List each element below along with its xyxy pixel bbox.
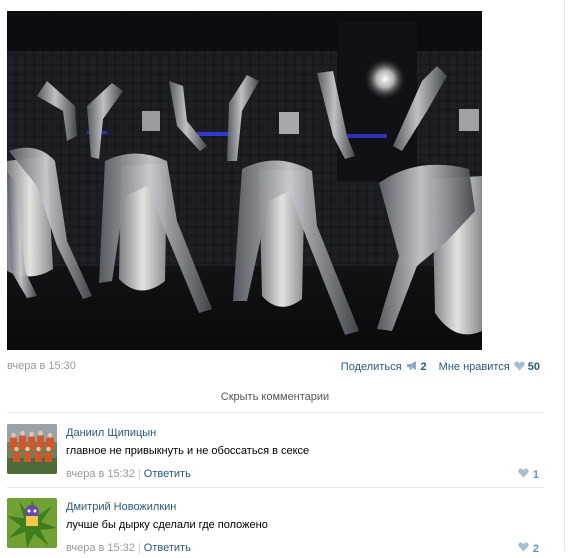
reply-link[interactable]: Ответить xyxy=(144,468,191,480)
post-photo-image xyxy=(7,11,482,350)
comment-author[interactable]: Дмитрий Новожилкин xyxy=(66,501,176,513)
post-date[interactable]: вчера в 15:30 xyxy=(7,360,76,372)
avatar[interactable] xyxy=(7,424,57,474)
comment-text: лучше бы дырку сделали где положено xyxy=(66,519,268,531)
comment-like-count: 2 xyxy=(532,542,539,555)
heart-icon xyxy=(518,542,529,555)
comment-date[interactable]: вчера в 15:32 xyxy=(66,542,135,554)
comment-item: Дмитрий Новожилкин лучше бы дырку сделал… xyxy=(7,498,543,558)
comment-date[interactable]: вчера в 15:32 xyxy=(66,468,135,480)
comment-like-count: 1 xyxy=(532,468,539,481)
post-meta-row: вчера в 15:30 Поделиться 2 Мне нравится … xyxy=(7,359,540,375)
comment-item: Даниил Щипицын главное не привыкнуть и н… xyxy=(7,424,543,484)
avatar-image xyxy=(7,498,57,548)
like-label: Мне нравится xyxy=(438,361,510,373)
post-actions: Поделиться 2 Мне нравится 50 xyxy=(341,360,540,374)
post-photo[interactable] xyxy=(7,11,482,350)
separator xyxy=(7,487,544,488)
avatar[interactable] xyxy=(7,498,57,548)
hide-comments-link[interactable]: Скрыть комментарии xyxy=(7,391,543,403)
comment-like-button[interactable]: 2 xyxy=(518,542,539,555)
like-count: 50 xyxy=(527,361,540,373)
footer-divider: | xyxy=(137,542,141,554)
avatar-image xyxy=(7,424,57,474)
comment-footer: вчера в 15:32 | Ответить xyxy=(66,542,191,554)
reply-link[interactable]: Ответить xyxy=(144,542,191,554)
heart-icon xyxy=(514,361,525,374)
comment-footer: вчера в 15:32 | Ответить xyxy=(66,468,191,480)
comment-text: главное не привыкнуть и не обоссаться в … xyxy=(66,445,310,457)
megaphone-icon xyxy=(406,360,418,374)
like-button[interactable]: Мне нравится 50 xyxy=(439,361,540,374)
separator xyxy=(7,412,544,413)
share-button[interactable]: Поделиться 2 xyxy=(341,360,427,374)
share-count: 2 xyxy=(420,361,427,373)
page-right-border xyxy=(564,0,565,551)
comment-author[interactable]: Даниил Щипицын xyxy=(66,427,156,439)
share-label: Поделиться xyxy=(340,361,402,373)
heart-icon xyxy=(518,468,529,481)
comment-like-button[interactable]: 1 xyxy=(518,468,539,481)
footer-divider: | xyxy=(137,468,141,480)
